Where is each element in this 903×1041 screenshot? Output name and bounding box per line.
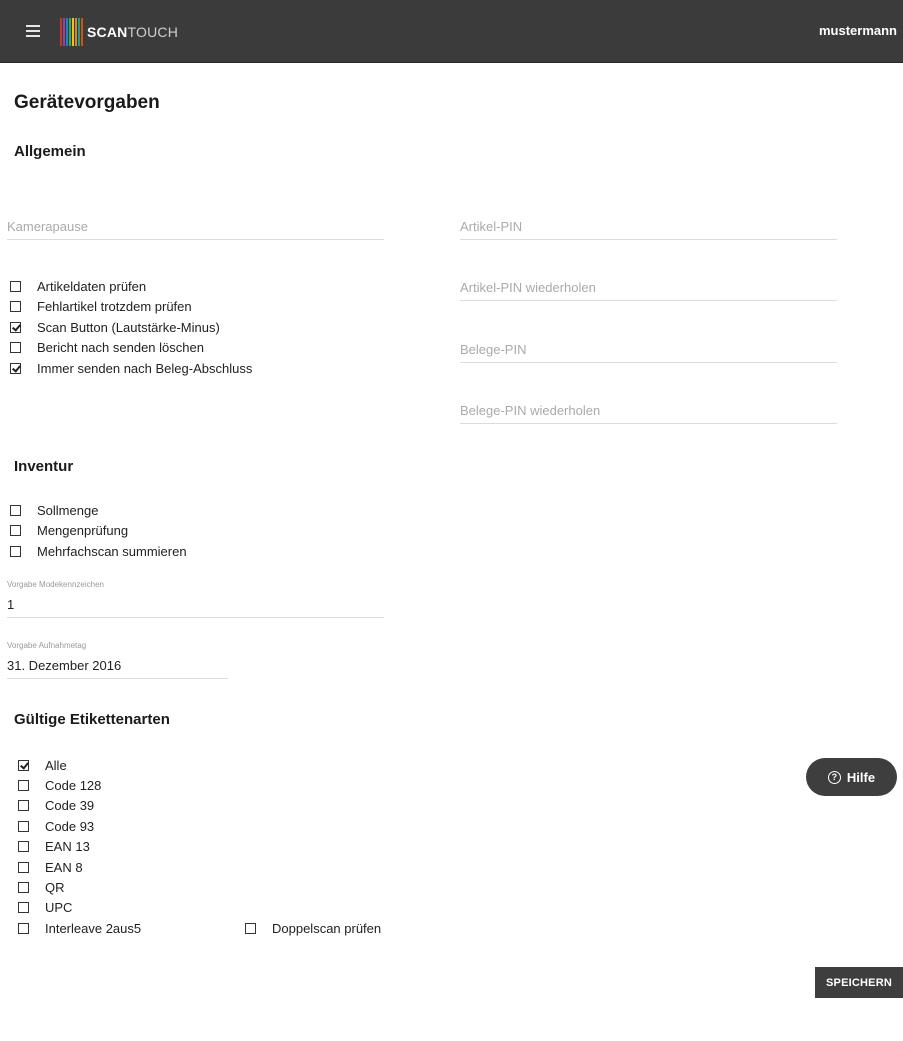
checkbox-icon[interactable]	[10, 525, 21, 536]
help-button[interactable]: ? Hilfe	[806, 758, 897, 796]
checkbox-row[interactable]: Immer senden nach Beleg-Abschluss	[10, 358, 252, 378]
top-app-bar: SCANTOUCH mustermann	[0, 0, 903, 63]
checkbox-label: EAN 13	[45, 839, 90, 855]
checkbox-row[interactable]: Fehlartikel trotzdem prüfen	[10, 297, 192, 317]
logo-bar	[75, 18, 77, 46]
checkbox-row[interactable]: Mehrfachscan summieren	[10, 541, 187, 561]
checkbox-row[interactable]: QR	[18, 877, 65, 897]
checkbox-row[interactable]: Code 39	[18, 796, 94, 816]
checkbox-label: UPC	[45, 900, 73, 916]
logo-bar	[72, 18, 74, 46]
save-button[interactable]: SPEICHERN	[815, 967, 903, 998]
checkbox-icon[interactable]	[10, 280, 21, 292]
checkbox-row[interactable]: Bericht nach senden löschen	[10, 338, 204, 358]
checkbox-icon[interactable]	[18, 922, 29, 934]
belege-pin-repeat-input[interactable]: Belege-PIN wiederholen	[460, 396, 837, 424]
checkbox-label: Mehrfachscan summieren	[37, 543, 187, 559]
question-circle-icon: ?	[827, 770, 841, 784]
hamburger-icon[interactable]	[26, 25, 40, 37]
checkbox-icon[interactable]	[10, 545, 21, 557]
logo-bars-icon	[60, 18, 83, 46]
checkbox-label: QR	[45, 879, 65, 895]
checkbox-icon[interactable]	[18, 779, 29, 791]
page-title: Gerätevorgaben	[14, 92, 160, 113]
checkbox-checked-icon[interactable]	[10, 362, 21, 374]
aufnahmetag-label: Vorgabe Aufnahmetag	[7, 641, 87, 650]
checkbox-icon[interactable]	[10, 342, 21, 353]
artikel-pin-placeholder: Artikel-PIN	[460, 219, 523, 234]
checkbox-row[interactable]: Code 93	[18, 816, 94, 836]
modekennzeichen-label: Vorgabe Modekennzeichen	[7, 580, 104, 589]
checkbox-label: Immer senden nach Beleg-Abschluss	[37, 360, 253, 376]
checkbox-row[interactable]: Code 128	[18, 775, 101, 795]
logo-bar	[63, 18, 65, 46]
belege-pin-input[interactable]: Belege-PIN	[460, 335, 837, 363]
checkbox-row[interactable]: Interleave 2aus5	[18, 918, 141, 938]
checkbox-icon[interactable]	[18, 800, 29, 812]
checkbox-row[interactable]: EAN 8	[18, 857, 83, 877]
artikel-pin-repeat-placeholder: Artikel-PIN wiederholen	[460, 280, 596, 295]
checkbox-icon[interactable]	[18, 861, 29, 873]
checkbox-label: EAN 8	[45, 859, 83, 875]
checkbox-row[interactable]: Alle	[18, 755, 67, 775]
logo-bar	[81, 18, 83, 46]
artikel-pin-repeat-input[interactable]: Artikel-PIN wiederholen	[460, 273, 837, 301]
artikel-pin-input[interactable]: Artikel-PIN	[460, 212, 837, 240]
checkbox-row[interactable]: Mengenprüfung	[10, 521, 128, 541]
scantouch-logo[interactable]: SCANTOUCH	[60, 18, 178, 46]
checkbox-label: Code 128	[45, 777, 102, 793]
checkbox-label: Interleave 2aus5	[45, 920, 142, 936]
checkbox-icon[interactable]	[10, 504, 21, 516]
checkbox-label: Scan Button (Lautstärke-Minus)	[37, 319, 220, 335]
logo-text: SCANTOUCH	[87, 24, 179, 40]
checkbox-label: Alle	[45, 757, 67, 773]
checkbox-checked-icon[interactable]	[18, 759, 29, 771]
checkbox-icon[interactable]	[10, 301, 21, 312]
logo-bar	[66, 18, 68, 46]
checkbox-icon[interactable]	[18, 902, 29, 914]
checkbox-label: Fehlartikel trotzdem prüfen	[37, 299, 192, 314]
section-title-etikettenarten: Gültige Etikettenarten	[14, 711, 170, 728]
checkbox-label: Sollmenge	[37, 502, 99, 518]
checkbox-row[interactable]: Sollmenge	[10, 500, 98, 520]
checkbox-label: Artikeldaten prüfen	[37, 278, 147, 294]
checkbox-label: Bericht nach senden löschen	[37, 340, 204, 355]
help-button-label: Hilfe	[846, 769, 876, 785]
section-title-allgemein: Allgemein	[14, 143, 86, 160]
checkbox-label: Code 39	[45, 798, 95, 814]
checkbox-row[interactable]: Scan Button (Lautstärke-Minus)	[10, 317, 220, 337]
logo-bar	[60, 18, 62, 46]
checkbox-icon[interactable]	[18, 881, 29, 893]
checkbox-icon[interactable]	[18, 841, 29, 853]
checkbox-row[interactable]: Artikeldaten prüfen	[10, 276, 146, 296]
doppelscan-checkbox[interactable]: Doppelscan prüfen	[245, 918, 381, 938]
checkbox-checked-icon[interactable]	[10, 321, 21, 333]
username-label[interactable]: mustermann	[819, 23, 897, 38]
checkbox-icon[interactable]	[245, 922, 256, 934]
belege-pin-placeholder: Belege-PIN	[460, 342, 527, 357]
checkbox-label: Code 93	[45, 818, 95, 834]
modekennzeichen-input[interactable]: Vorgabe Modekennzeichen 1	[7, 580, 384, 618]
checkbox-row[interactable]: UPC	[18, 898, 72, 918]
modekennzeichen-value: 1	[7, 597, 15, 612]
aufnahmetag-value: 31. Dezember 2016	[7, 658, 122, 673]
checkbox-icon[interactable]	[18, 820, 29, 832]
belege-pin-repeat-placeholder: Belege-PIN wiederholen	[460, 403, 601, 418]
checkbox-row[interactable]: EAN 13	[18, 837, 90, 857]
logo-bar	[78, 18, 80, 46]
logo-bar	[69, 18, 71, 46]
aufnahmetag-datepicker[interactable]: Vorgabe Aufnahmetag 31. Dezember 2016	[7, 641, 228, 679]
doppelscan-label: Doppelscan prüfen	[272, 920, 382, 936]
checkbox-label: Mengenprüfung	[37, 523, 129, 538]
section-title-inventur: Inventur	[14, 458, 74, 475]
kamerapause-placeholder: Kamerapause	[7, 219, 88, 234]
kamerapause-input[interactable]: Kamerapause	[7, 212, 384, 240]
